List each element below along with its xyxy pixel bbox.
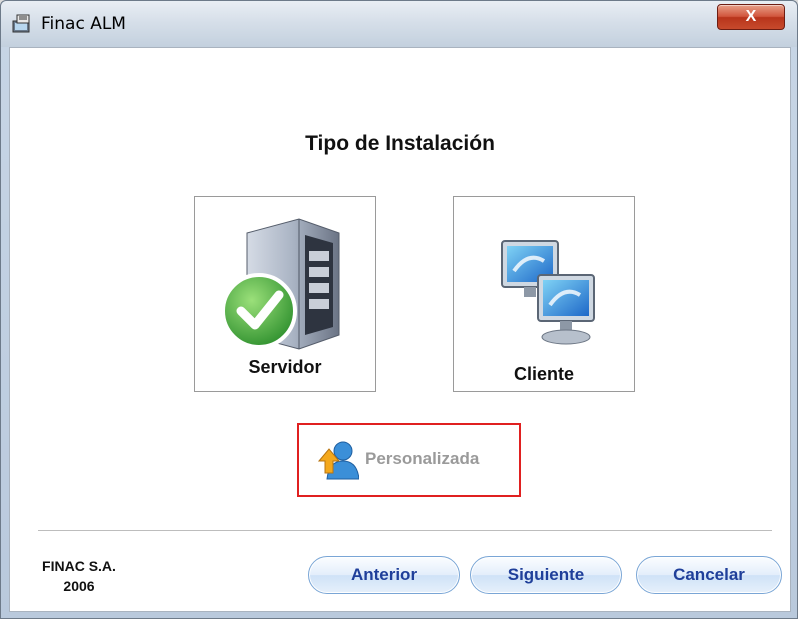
title-bar: Finac ALM X bbox=[1, 1, 797, 47]
installer-icon bbox=[11, 13, 33, 35]
window-title: Finac ALM bbox=[41, 14, 126, 34]
previous-button[interactable]: Anterior bbox=[308, 556, 460, 594]
close-button[interactable]: X bbox=[717, 4, 785, 30]
cancel-button[interactable]: Cancelar bbox=[636, 556, 782, 594]
footer-divider bbox=[38, 530, 772, 532]
company-year: 2006 bbox=[63, 578, 95, 594]
close-icon: X bbox=[745, 8, 757, 25]
page-title: Tipo de Instalación bbox=[305, 132, 495, 155]
next-button[interactable]: Siguiente bbox=[470, 556, 622, 594]
dialog-body: Tipo de Instalación Servidor Cliente Per… bbox=[9, 47, 791, 612]
server-option[interactable]: Servidor bbox=[194, 196, 376, 392]
company-info: FINAC S.A. 2006 bbox=[34, 556, 124, 596]
custom-option[interactable]: Personalizada bbox=[297, 423, 521, 497]
client-option[interactable]: Cliente bbox=[453, 196, 635, 392]
installer-window: Finac ALM X Tipo de Instalación Servidor… bbox=[0, 0, 798, 619]
custom-label: Personalizada bbox=[365, 449, 480, 468]
server-label: Servidor bbox=[248, 357, 322, 377]
company-name: FINAC S.A. bbox=[42, 558, 116, 574]
client-label: Cliente bbox=[513, 364, 574, 384]
